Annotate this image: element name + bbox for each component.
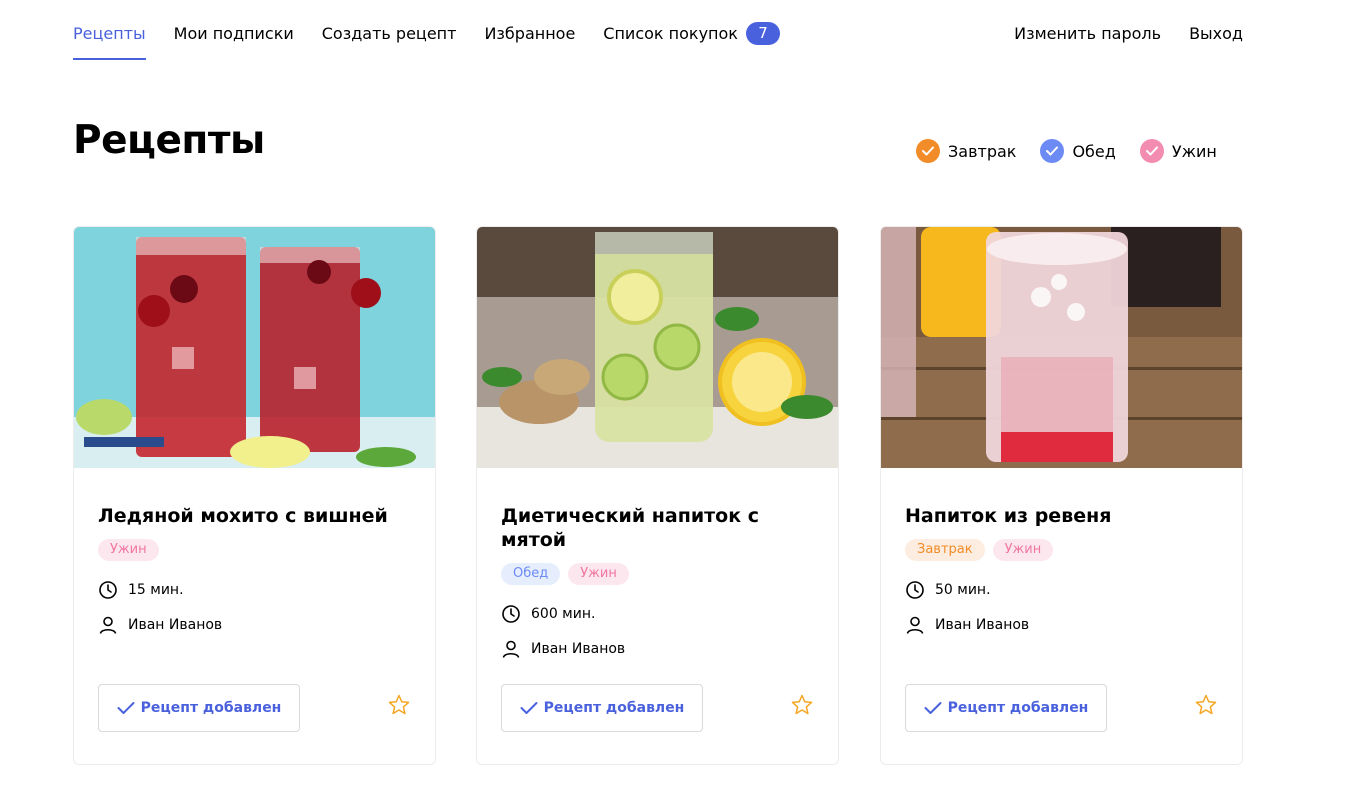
recipe-tags: Ужин xyxy=(98,539,167,561)
tag-dinner: Ужин xyxy=(992,539,1054,561)
nav-label: Избранное xyxy=(484,24,576,43)
filter-label: Ужин xyxy=(1171,141,1217,161)
recipe-added-button[interactable]: Рецепт добавлен xyxy=(501,684,703,732)
nav-item-shopping-list[interactable]: Список покупок 7 xyxy=(603,20,780,60)
recipe-author: Иван Иванов xyxy=(905,615,1029,635)
tag-dinner: Ужин xyxy=(568,563,629,585)
check-icon xyxy=(117,702,135,714)
filter-breakfast[interactable]: Завтрак xyxy=(916,139,1016,163)
recipe-author: Иван Иванов xyxy=(98,615,222,635)
logout-link[interactable]: Выход xyxy=(1189,20,1243,60)
recipe-time: 15 мин. xyxy=(98,580,184,600)
author-name[interactable]: Иван Иванов xyxy=(531,641,625,657)
tag-lunch: Обед xyxy=(501,563,561,585)
nav-label: Создать рецепт xyxy=(321,24,457,43)
user-icon xyxy=(906,616,924,634)
page-title: Рецепты xyxy=(73,118,265,163)
nav-label: Выход xyxy=(1189,24,1243,43)
time-value: 15 мин. xyxy=(128,582,184,598)
check-icon xyxy=(1040,139,1065,163)
tag-breakfast: Завтрак xyxy=(905,539,985,561)
recipe-image-mint-drink[interactable] xyxy=(477,227,838,468)
recipe-title[interactable]: Ледяной мохито с вишней xyxy=(98,504,408,528)
recipe-time: 50 мин. xyxy=(905,580,991,600)
check-icon xyxy=(520,702,538,714)
nav-item-create-recipe[interactable]: Создать рецепт xyxy=(322,20,457,60)
nav-label: Рецепты xyxy=(73,24,146,43)
nav-item-recipes[interactable]: Рецепты xyxy=(73,20,146,60)
tag-dinner: Ужин xyxy=(98,539,159,561)
author-name[interactable]: Иван Иванов xyxy=(128,617,222,633)
check-icon xyxy=(1139,139,1164,163)
recipe-tags: Обед Ужин xyxy=(501,563,637,585)
recipe-card: Ледяной мохито с вишней Ужин 15 мин. Ива… xyxy=(73,226,436,765)
recipe-card: Диетический напиток с мятой Обед Ужин 60… xyxy=(476,226,839,765)
recipe-tags: Завтрак Ужин xyxy=(905,539,1061,561)
time-value: 600 мин. xyxy=(531,606,596,622)
clock-icon xyxy=(906,581,924,599)
recipe-time: 600 мин. xyxy=(501,604,595,624)
filter-dinner[interactable]: Ужин xyxy=(1139,139,1217,163)
change-password-link[interactable]: Изменить пароль xyxy=(1014,20,1161,60)
nav-left: Рецепты Мои подписки Создать рецепт Избр… xyxy=(73,20,808,60)
nav-item-subscriptions[interactable]: Мои подписки xyxy=(174,20,294,60)
button-label: Рецепт добавлен xyxy=(543,700,685,716)
recipe-image-rhubarb-drink[interactable] xyxy=(881,227,1242,468)
recipe-title[interactable]: Диетический напиток с мятой xyxy=(501,504,811,552)
nav-right: Изменить пароль Выход xyxy=(986,20,1243,60)
time-value: 50 мин. xyxy=(935,582,991,598)
filter-label: Завтрак xyxy=(948,141,1017,161)
filter-lunch[interactable]: Обед xyxy=(1040,139,1116,163)
user-icon xyxy=(502,640,520,658)
nav-label: Мои подписки xyxy=(173,24,294,43)
clock-icon xyxy=(99,581,117,599)
favorite-star-icon[interactable] xyxy=(1194,693,1218,717)
button-label: Рецепт добавлен xyxy=(947,700,1089,716)
clock-icon xyxy=(502,605,520,623)
recipe-image-cherry-mojito[interactable] xyxy=(74,227,435,468)
nav-label: Список покупок xyxy=(603,24,738,43)
user-icon xyxy=(99,616,117,634)
button-label: Рецепт добавлен xyxy=(140,700,282,716)
filter-label: Обед xyxy=(1072,141,1116,161)
top-navigation: Рецепты Мои подписки Создать рецепт Избр… xyxy=(73,20,1243,60)
shopping-list-count-badge: 7 xyxy=(745,22,780,45)
favorite-star-icon[interactable] xyxy=(387,693,411,717)
meal-filters: Завтрак Обед Ужин xyxy=(916,139,1217,163)
check-icon xyxy=(924,702,942,714)
nav-item-favorites[interactable]: Избранное xyxy=(484,20,575,60)
check-icon xyxy=(916,139,940,163)
recipe-card: Напиток из ревеня Завтрак Ужин 50 мин. И… xyxy=(880,226,1243,765)
nav-label: Изменить пароль xyxy=(1014,24,1162,43)
recipe-title[interactable]: Напиток из ревеня xyxy=(905,504,1215,528)
favorite-star-icon[interactable] xyxy=(790,693,814,717)
author-name[interactable]: Иван Иванов xyxy=(935,617,1029,633)
recipe-added-button[interactable]: Рецепт добавлен xyxy=(905,684,1107,732)
recipe-added-button[interactable]: Рецепт добавлен xyxy=(98,684,300,732)
recipe-author: Иван Иванов xyxy=(501,639,625,659)
